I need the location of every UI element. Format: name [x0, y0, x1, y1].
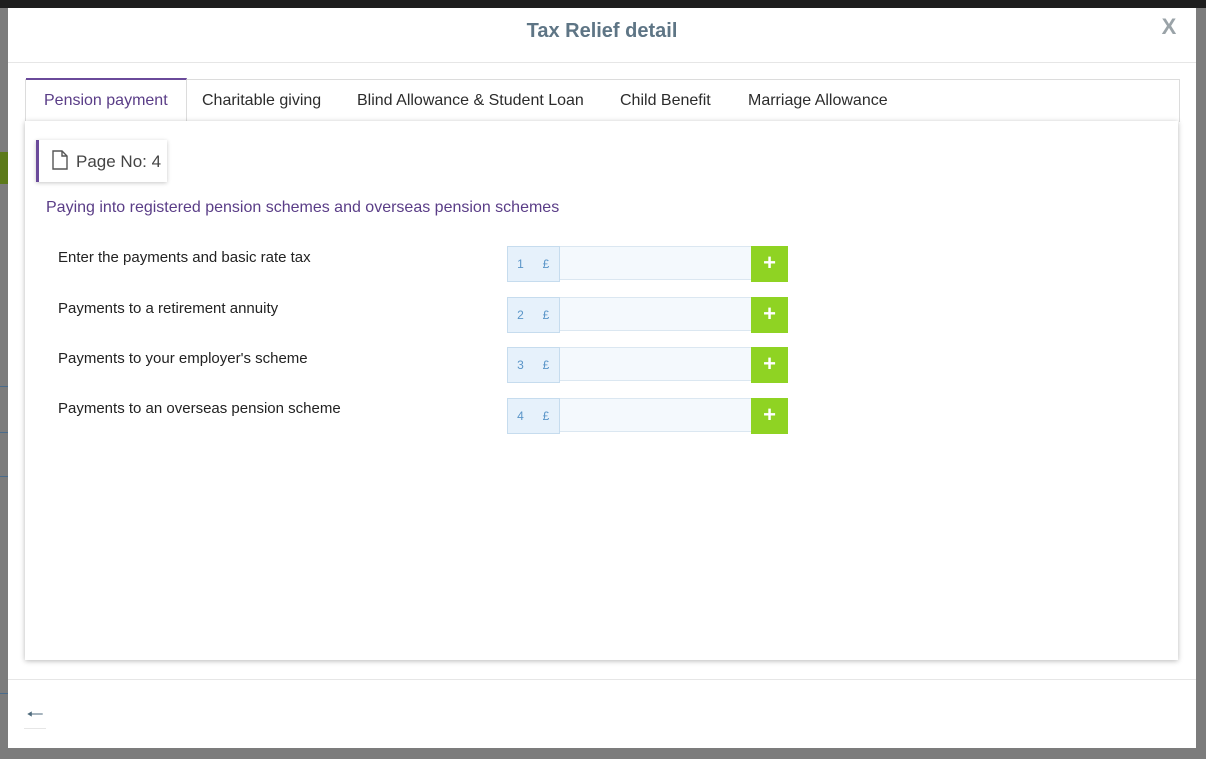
- document-icon: [52, 150, 68, 175]
- box-number: 4: [507, 398, 534, 434]
- amount-input-3[interactable]: [560, 347, 752, 381]
- add-button[interactable]: +: [751, 297, 788, 333]
- amount-input-1[interactable]: [560, 246, 752, 280]
- tab-charitable-giving[interactable]: Charitable giving: [202, 80, 321, 122]
- tab-pension-payment[interactable]: Pension payment: [26, 78, 187, 124]
- field-group-3: 3 £ +: [507, 347, 788, 383]
- background-green-strip: [0, 152, 8, 184]
- section-title: Paying into registered pension schemes a…: [46, 199, 560, 216]
- tax-relief-modal: Tax Relief detail X Pension payment Char…: [8, 8, 1196, 748]
- field-group-2: 2 £ +: [507, 297, 788, 333]
- tab-content-panel: Page No: 4 Paying into registered pensio…: [25, 121, 1178, 660]
- field-group-4: 4 £ +: [507, 398, 788, 434]
- add-button[interactable]: +: [751, 398, 788, 434]
- close-icon[interactable]: X: [1158, 14, 1180, 40]
- box-number: 2: [507, 297, 534, 333]
- currency-symbol: £: [533, 347, 560, 383]
- currency-symbol: £: [533, 246, 560, 282]
- tab-blind-allowance-student-loan[interactable]: Blind Allowance & Student Loan: [357, 80, 584, 122]
- tab-bar: Pension payment Charitable giving Blind …: [25, 78, 1180, 124]
- page-number-badge: Page No: 4: [36, 140, 167, 182]
- page-number-label: Page No: 4: [76, 152, 162, 171]
- box-number: 3: [507, 347, 534, 383]
- add-button[interactable]: +: [751, 347, 788, 383]
- field-label-payments-basic-rate: Enter the payments and basic rate tax: [58, 249, 311, 266]
- field-group-1: 1 £ +: [507, 246, 788, 282]
- box-number: 1: [507, 246, 534, 282]
- modal-title: Tax Relief detail: [526, 20, 678, 42]
- field-label-overseas-scheme: Payments to an overseas pension scheme: [58, 400, 341, 417]
- amount-input-4[interactable]: [560, 398, 752, 432]
- background-top-bar: [0, 0, 1206, 8]
- background-link-fragment: [0, 679, 8, 694]
- background-link-fragment: [0, 372, 8, 387]
- field-label-retirement-annuity: Payments to a retirement annuity: [58, 300, 279, 317]
- tab-marriage-allowance[interactable]: Marriage Allowance: [748, 80, 888, 122]
- currency-symbol: £: [533, 398, 560, 434]
- modal-header: Tax Relief detail X: [8, 8, 1196, 63]
- background-link-fragment: [0, 462, 8, 477]
- background-link-fragment: [0, 418, 8, 433]
- modal-footer: 🠐: [8, 679, 1196, 749]
- tab-child-benefit[interactable]: Child Benefit: [620, 80, 711, 122]
- currency-symbol: £: [533, 297, 560, 333]
- field-label-employer-scheme: Payments to your employer's scheme: [58, 350, 308, 367]
- back-arrow-icon[interactable]: 🠐: [24, 702, 46, 729]
- add-button[interactable]: +: [751, 246, 788, 282]
- amount-input-2[interactable]: [560, 297, 752, 331]
